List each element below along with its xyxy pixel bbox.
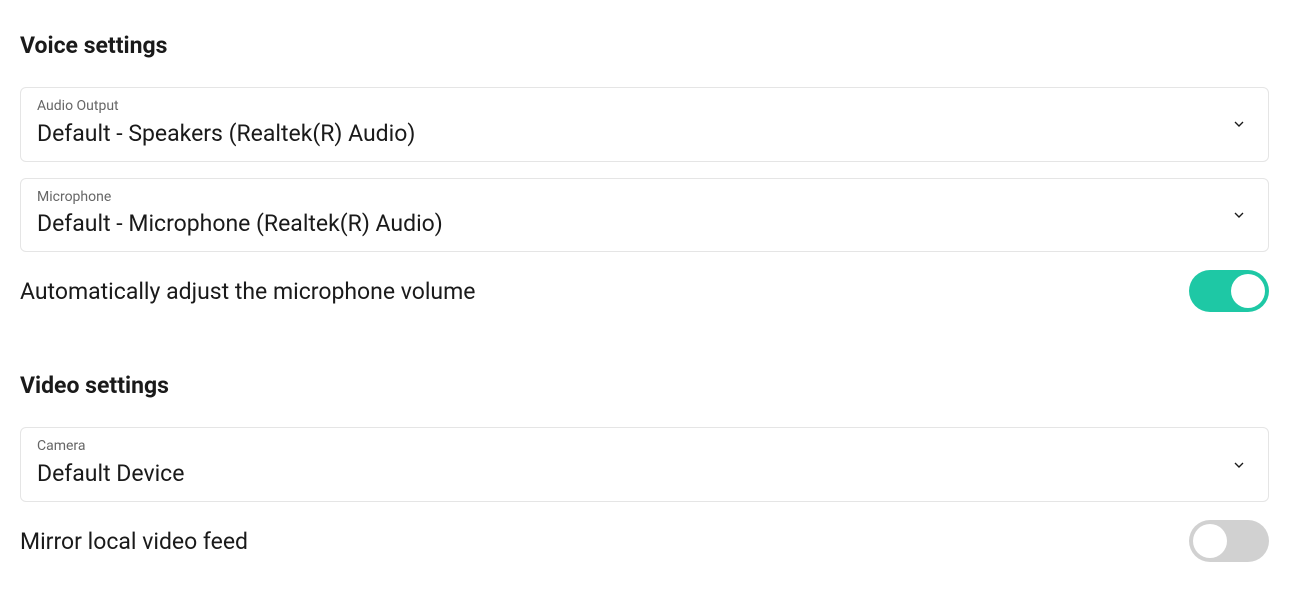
toggle-knob: [1193, 524, 1227, 558]
camera-select[interactable]: Camera Default Device: [20, 427, 1269, 502]
microphone-value: Default - Microphone (Realtek(R) Audio): [37, 210, 443, 237]
microphone-label: Microphone: [37, 189, 1252, 206]
camera-label: Camera: [37, 438, 1252, 455]
mirror-row: Mirror local video feed: [20, 520, 1269, 562]
audio-output-select[interactable]: Audio Output Default - Speakers (Realtek…: [20, 87, 1269, 162]
chevron-down-icon: [1230, 456, 1248, 474]
toggle-knob: [1231, 274, 1265, 308]
voice-settings-title: Voice settings: [20, 32, 1269, 59]
video-settings-title: Video settings: [20, 372, 1269, 399]
chevron-down-icon: [1230, 115, 1248, 133]
audio-output-value: Default - Speakers (Realtek(R) Audio): [37, 120, 415, 147]
mirror-toggle[interactable]: [1189, 520, 1269, 562]
microphone-select[interactable]: Microphone Default - Microphone (Realtek…: [20, 178, 1269, 253]
auto-adjust-label: Automatically adjust the microphone volu…: [20, 278, 475, 305]
auto-adjust-row: Automatically adjust the microphone volu…: [20, 270, 1269, 312]
camera-value: Default Device: [37, 460, 184, 487]
audio-output-label: Audio Output: [37, 98, 1252, 115]
mirror-label: Mirror local video feed: [20, 528, 248, 555]
auto-adjust-toggle[interactable]: [1189, 270, 1269, 312]
chevron-down-icon: [1230, 206, 1248, 224]
